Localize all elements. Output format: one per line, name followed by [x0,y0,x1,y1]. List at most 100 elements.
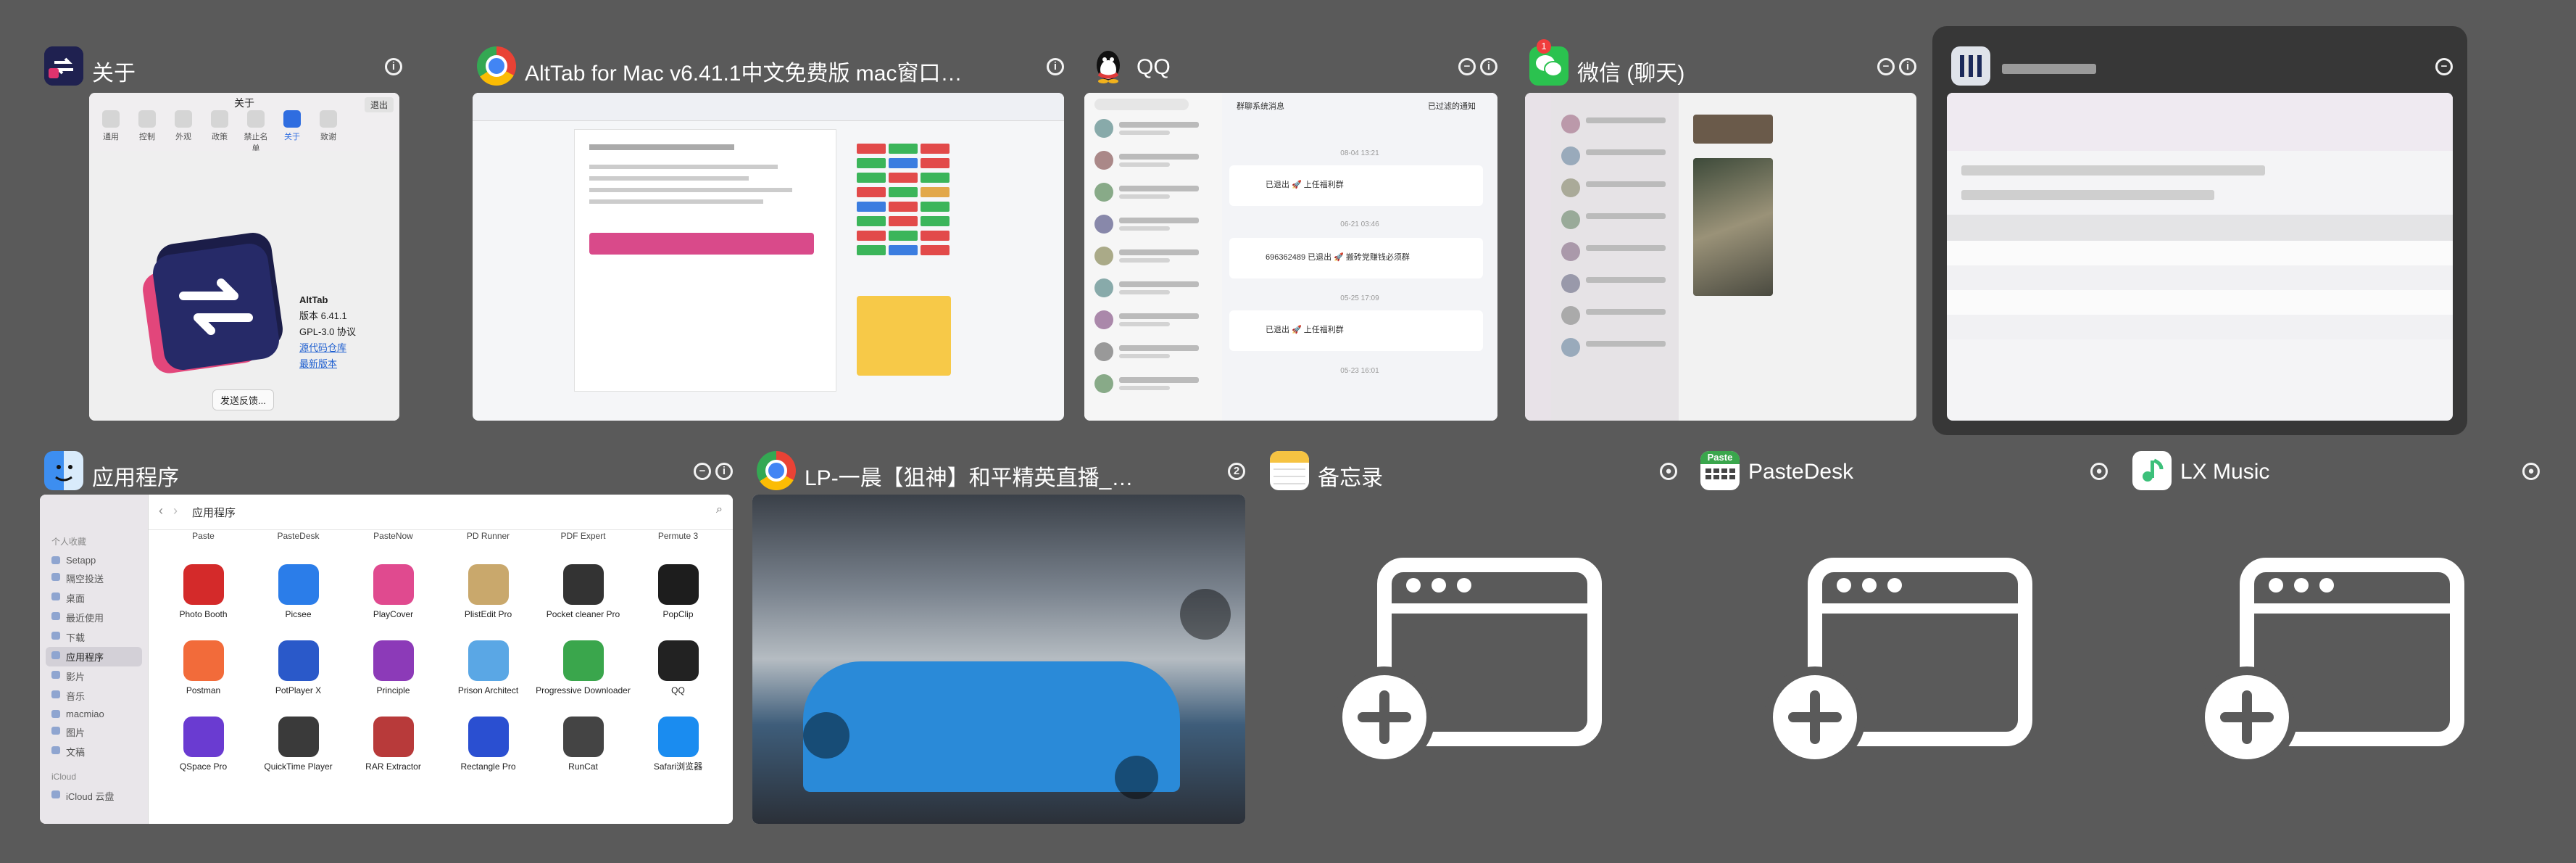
app-icon [373,564,414,605]
window-thumbnail[interactable] [1696,495,2108,824]
wechat-chat-list [1551,93,1679,421]
sidebar-item-documents[interactable]: 文稿 [46,742,142,761]
app-item[interactable]: PlistEdit Pro [441,564,536,620]
sidebar-item-movies[interactable]: 影片 [46,666,142,686]
qq-chat-header: 群聊系统消息 [1237,102,1284,111]
minimize-icon[interactable]: − [2435,58,2453,75]
app-icon [278,564,319,605]
timestamp: 06-21 03:46 [1340,220,1379,228]
search-icon[interactable]: ⌕ [716,503,723,516]
app-version: 版本 6.41.1 [299,310,347,321]
app-item[interactable]: QSpace Pro [156,717,251,772]
tab-general[interactable]: 通用 [96,110,125,154]
window-card-chrome-stream[interactable]: LP-一晨【狙神】和平精英直播_LP-一... 2 [752,447,1245,824]
app-item[interactable]: Principle [346,640,441,696]
window-thumbnail[interactable] [1525,93,1916,421]
sidebar-item-setapp[interactable]: Setapp [46,552,142,569]
sidebar-item-downloads[interactable]: 下载 [46,627,142,647]
window-card-pastedesk[interactable]: Paste PasteDesk ● [1696,447,2108,824]
app-label: PlistEdit Pro [464,609,512,619]
window-thumbnail[interactable]: 关于 退出 通用 控制 外观 政策 禁止名单 关于 致谢 AltTab 版本 6… [89,93,399,421]
window-thumbnail[interactable]: 群聊系统消息 已过滤的通知 08-04 13:21 已退出 🚀 上任福利群 06… [1084,93,1497,421]
window-thumbnail[interactable] [473,93,1064,421]
app-icon [468,640,509,681]
wechat-icon [1529,46,1569,86]
window-card-chrome-alttab-article[interactable]: AltTab for Mac v6.41.1中文免费版 mac窗口快速... i [473,42,1064,422]
info-icon[interactable]: i [1480,58,1497,75]
blurred-row [1947,215,2453,241]
app-item[interactable]: PlayCover [346,564,441,620]
app-item[interactable]: Pocket cleaner Pro [536,564,631,620]
window-card-selected[interactable]: − [1932,26,2467,435]
info-icon[interactable]: i [1047,58,1064,75]
window-thumbnail[interactable] [752,495,1245,824]
sidebar-item-pictures[interactable]: 图片 [46,722,142,742]
app-item[interactable]: QQ [631,640,726,696]
app-item[interactable]: RunCat [536,717,631,772]
app-label: RunCat [568,761,598,772]
info-icon[interactable]: i [715,463,733,480]
minimize-icon[interactable]: − [694,463,711,480]
app-item[interactable]: Photo Booth [156,564,251,620]
app-item[interactable]: RAR Extractor [346,717,441,772]
sidebar-item-desktop[interactable]: 桌面 [46,588,142,608]
window-card-notes[interactable]: 备忘录 ● [1266,447,1677,824]
exit-button[interactable]: 退出 [364,97,394,112]
send-feedback-button[interactable]: 发送反馈... [212,389,274,410]
window-title: 备忘录 [1318,466,1383,490]
notes-icon [1270,451,1309,490]
tab-appearance[interactable]: 外观 [169,110,198,154]
app-icon [183,564,224,605]
source-code-link[interactable]: 源代码仓库 [299,340,356,356]
app-label: QQ [671,685,685,695]
app-label: Safari浏览器 [653,761,703,772]
minimize-icon[interactable]: − [1877,58,1895,75]
app-label: QSpace Pro [179,761,228,772]
window-count-badge: 2 [1228,463,1245,480]
tab-acknowledgments[interactable]: 致谢 [314,110,343,154]
app-item[interactable]: Picsee [251,564,346,620]
sidebar-item-music[interactable]: 音乐 [46,686,142,706]
app-item[interactable]: PotPlayer X [251,640,346,696]
system-message: 已退出 🚀 上任福利群 [1229,310,1483,351]
app-item[interactable]: PopClip [631,564,726,620]
app-icon [562,640,604,681]
window-card-finder[interactable]: 应用程序 − i 个人收藏 Setapp 隔空投送 桌面 最近使用 下载 应用程… [40,447,733,824]
minimize-icon[interactable]: − [1458,58,1476,75]
app-item[interactable]: Postman [156,640,251,696]
app-item[interactable]: Prison Architect [441,640,536,696]
sidebar-item-icloud-drive[interactable]: iCloud 云盘 [46,786,142,806]
chat-image [1693,115,1773,144]
app-icon [468,564,509,605]
window-card-qq[interactable]: QQ − i 群聊系统消息 已过滤的通知 08-04 13:21 已退出 🚀 上… [1084,42,1497,422]
back-icon[interactable]: ‹ [159,503,163,519]
sidebar-item-recents[interactable]: 最近使用 [46,608,142,627]
latest-version-link[interactable]: 最新版本 [299,356,356,372]
tab-controls[interactable]: 控制 [133,110,162,154]
window-card-about[interactable]: 关于 i 关于 退出 通用 控制 外观 政策 禁止名单 关于 致谢 AltTab… [40,42,402,422]
tab-about[interactable]: 关于 [278,110,307,154]
window-thumbnail[interactable] [1266,495,1677,824]
info-icon[interactable]: i [385,58,402,75]
sidebar-item-home[interactable]: macmiao [46,706,142,722]
info-icon[interactable]: i [1899,58,1916,75]
window-thumbnail[interactable]: 个人收藏 Setapp 隔空投送 桌面 最近使用 下载 应用程序 影片 音乐 m… [40,495,733,824]
forward-icon[interactable]: › [173,503,178,519]
sidebar-item-applications[interactable]: 应用程序 [46,647,142,666]
tab-policies[interactable]: 政策 [205,110,234,154]
sidebar-item-airdrop[interactable]: 隔空投送 [46,569,142,588]
app-label: Rectangle Pro [460,761,516,772]
app-icon [373,640,414,681]
window-thumbnail[interactable] [2128,495,2540,824]
app-item[interactable]: Progressive Downloader [536,640,631,696]
app-icon [562,717,604,757]
tab-blacklist[interactable]: 禁止名单 [241,110,270,154]
window-card-lx-music[interactable]: LX Music ● [2128,447,2540,824]
window-card-wechat[interactable]: 1 微信 (聊天) − i [1525,39,1916,422]
window-thumbnail[interactable] [1947,93,2453,421]
app-item[interactable]: QuickTime Player [251,717,346,772]
app-item[interactable]: Rectangle Pro [441,717,536,772]
app-license: GPL-3.0 协议 [299,326,357,337]
app-item[interactable]: Safari浏览器 [631,717,726,772]
qq-filter-link[interactable]: 已过滤的通知 [1428,100,1476,112]
